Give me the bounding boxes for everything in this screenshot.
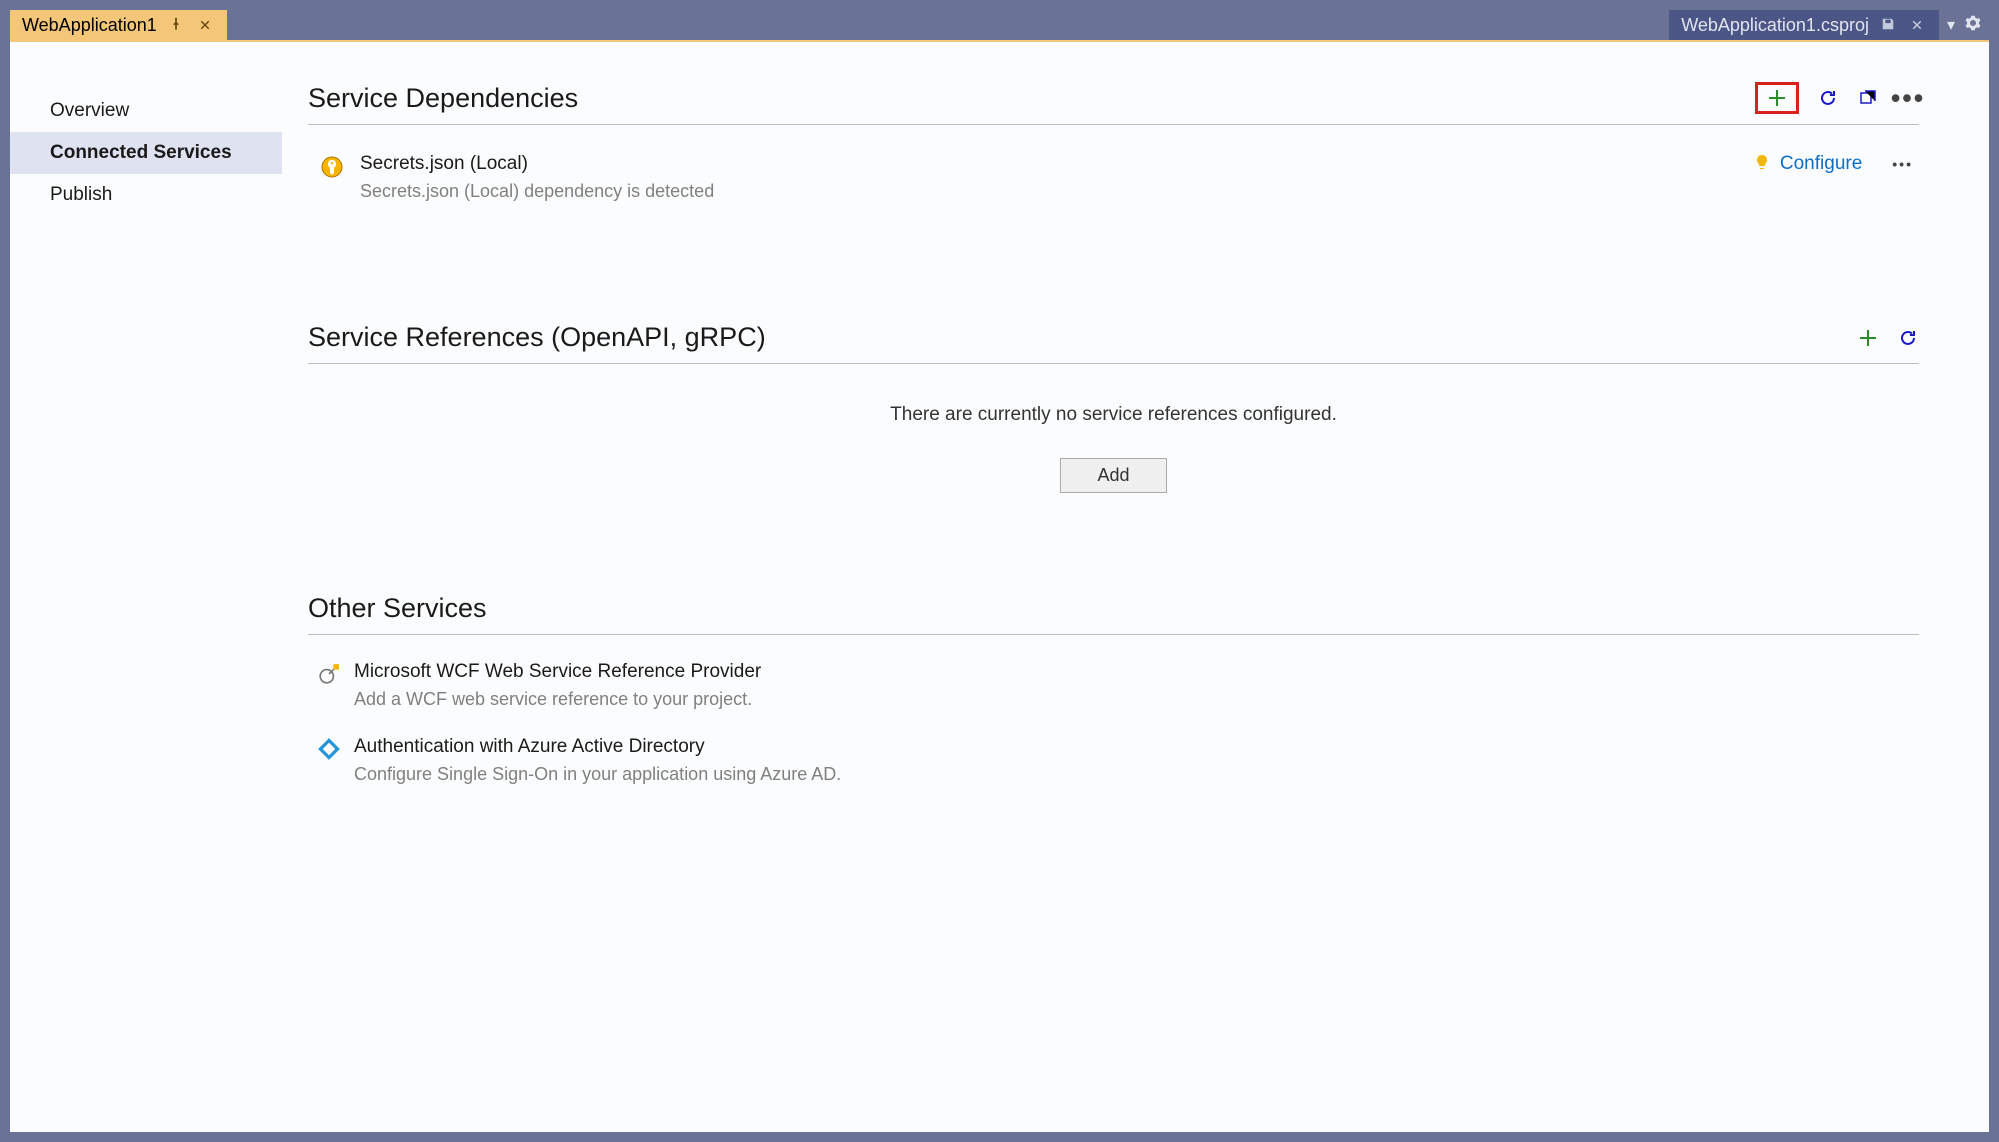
refresh-dependencies-button[interactable] — [1817, 87, 1839, 109]
section-references-header: Service References (OpenAPI, gRPC) — [308, 322, 1919, 364]
dependencies-actions: ••• — [1755, 82, 1919, 114]
other-service-wcf[interactable]: Microsoft WCF Web Service Reference Prov… — [308, 635, 1919, 710]
close-tab-icon[interactable] — [195, 15, 215, 36]
dropdown-icon[interactable]: ▾ — [1947, 15, 1955, 35]
other-service-name: Microsoft WCF Web Service Reference Prov… — [354, 661, 761, 683]
dependency-name: Secrets.json (Local) — [360, 153, 1738, 175]
add-dependency-highlight — [1755, 82, 1799, 114]
content-area: Overview Connected Services Publish Serv… — [10, 40, 1989, 1132]
dependency-row: Secrets.json (Local) Secrets.json (Local… — [308, 125, 1919, 202]
document-tab-bar: WebApplication1 WebApplication1.csproj ▾ — [10, 10, 1989, 40]
configure-link[interactable]: Configure — [1754, 153, 1862, 175]
section-title-text: Service Dependencies — [308, 83, 578, 114]
tab-toolbar: ▾ — [1939, 10, 1989, 40]
sidebar-item-overview[interactable]: Overview — [10, 90, 282, 132]
add-reference-button[interactable] — [1857, 327, 1879, 349]
references-empty-text: There are currently no service reference… — [308, 404, 1919, 426]
section-other-header: Other Services — [308, 593, 1919, 635]
other-service-aad[interactable]: Authentication with Azure Active Directo… — [308, 710, 1919, 785]
dependency-desc: Secrets.json (Local) dependency is detec… — [360, 181, 1738, 202]
configure-label: Configure — [1780, 153, 1862, 175]
refresh-references-button[interactable] — [1897, 327, 1919, 349]
main-panel: Service Dependencies ••• — [282, 42, 1989, 1132]
sidebar-item-publish[interactable]: Publish — [10, 174, 282, 216]
references-actions — [1857, 327, 1919, 349]
dependency-more-button[interactable]: ••• — [1892, 156, 1913, 172]
other-service-name: Authentication with Azure Active Directo… — [354, 736, 841, 758]
secrets-icon — [320, 155, 344, 179]
section-title-text: Other Services — [308, 593, 487, 624]
tab-title: WebApplication1 — [22, 15, 157, 36]
left-nav: Overview Connected Services Publish — [10, 42, 282, 1132]
add-reference-center-button[interactable]: Add — [1060, 458, 1166, 493]
restore-dependencies-button[interactable] — [1857, 87, 1879, 109]
tab-title: WebApplication1.csproj — [1681, 15, 1869, 36]
gear-icon[interactable] — [1965, 15, 1981, 36]
other-service-desc: Configure Single Sign-On in your applica… — [354, 764, 841, 785]
pin-icon[interactable] — [165, 15, 187, 36]
save-icon[interactable] — [1877, 15, 1899, 36]
section-dependencies-header: Service Dependencies ••• — [308, 82, 1919, 125]
other-service-desc: Add a WCF web service reference to your … — [354, 689, 761, 710]
sidebar-item-connected-services[interactable]: Connected Services — [10, 132, 282, 174]
more-dependencies-button[interactable]: ••• — [1897, 87, 1919, 109]
window-frame: WebApplication1 WebApplication1.csproj ▾ — [0, 0, 1999, 1142]
aad-icon — [318, 738, 340, 760]
tab-webapplication1[interactable]: WebApplication1 — [10, 10, 227, 40]
section-title-text: Service References (OpenAPI, gRPC) — [308, 322, 766, 353]
close-tab-icon[interactable] — [1907, 15, 1927, 36]
add-dependency-button[interactable] — [1766, 87, 1788, 109]
wcf-icon — [318, 663, 340, 685]
tab-csproj[interactable]: WebApplication1.csproj — [1669, 10, 1939, 40]
lightbulb-icon — [1754, 154, 1770, 175]
